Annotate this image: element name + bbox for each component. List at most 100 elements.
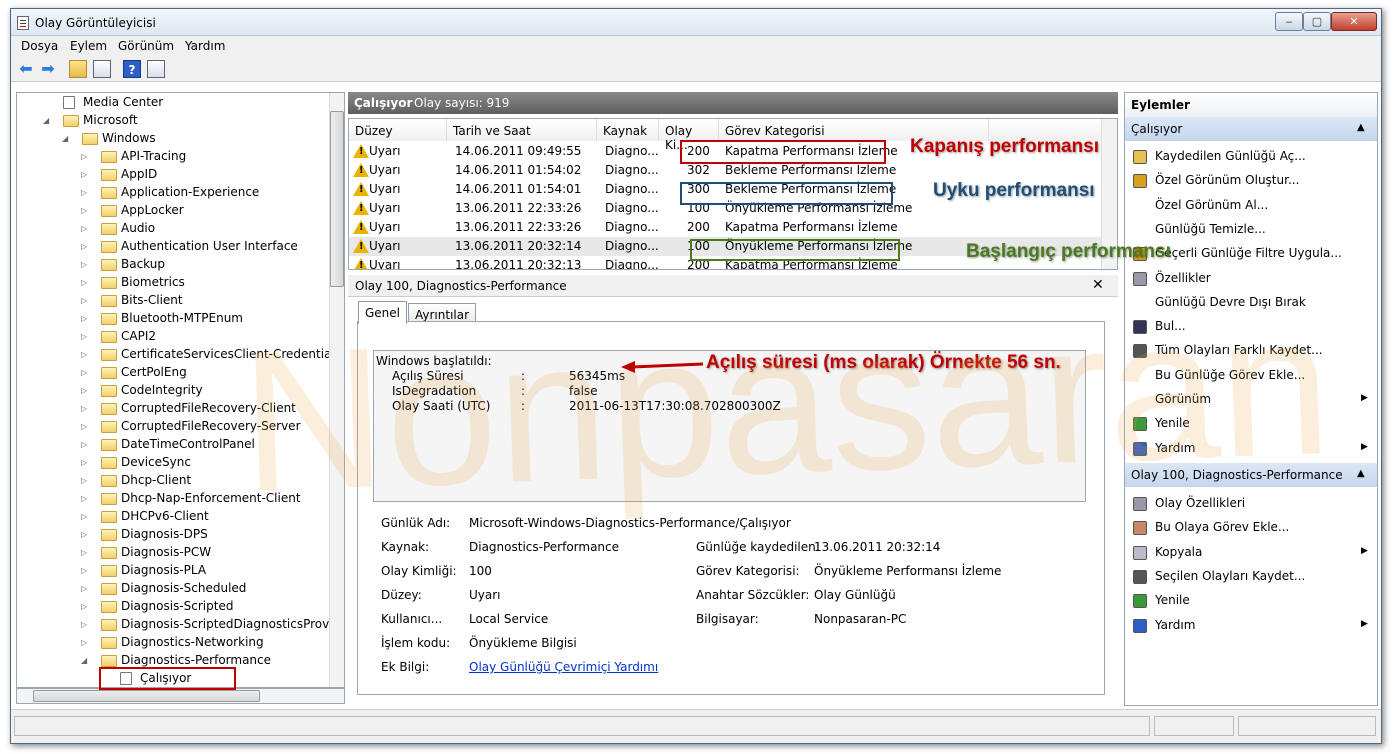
expand-toggle-icon[interactable]: ▷ — [81, 346, 91, 364]
tree-node[interactable]: ▷ Diagnosis-ScriptedDiagnosticsProvider — [63, 616, 344, 634]
expand-toggle-icon[interactable]: ▷ — [81, 454, 91, 472]
col-datetime[interactable]: Tarih ve Saat — [447, 119, 597, 141]
expand-toggle-icon[interactable]: ◢ — [62, 130, 72, 148]
tree-node[interactable]: ▷ Audio — [63, 220, 317, 238]
expand-toggle-icon[interactable]: ▷ — [81, 508, 91, 526]
expand-toggle-icon[interactable]: ▷ — [81, 274, 91, 292]
tree-node[interactable]: ▷ Bits-Client — [63, 292, 317, 310]
action-item[interactable]: Günlüğü Temizle... — [1125, 219, 1377, 241]
expand-toggle-icon[interactable]: ▷ — [81, 328, 91, 346]
expand-toggle-icon[interactable]: ▷ — [81, 544, 91, 562]
tree-node[interactable]: ▷ Diagnostics-Networking — [63, 634, 317, 652]
forward-arrow-icon[interactable]: ➡ — [39, 60, 57, 78]
action-item[interactable]: Görünüm ▶ — [1125, 389, 1377, 411]
action-item[interactable]: Kopyala ▶ — [1125, 542, 1377, 564]
close-button[interactable]: ✕ — [1331, 12, 1377, 31]
tree-node[interactable]: ▷ Diagnosis-Scheduled — [63, 580, 317, 598]
tree-horizontal-scrollbar[interactable] — [16, 688, 345, 704]
up-folder-icon[interactable] — [69, 60, 87, 78]
action-item[interactable]: Bul... — [1125, 316, 1377, 338]
tree-node[interactable]: ◢ Microsoft — [25, 112, 317, 130]
tree-node[interactable]: ▷ Dhcp-Client — [63, 472, 317, 490]
tree-node[interactable]: ▷ Application-Experience — [63, 184, 317, 202]
expand-toggle-icon[interactable]: ▷ — [81, 382, 91, 400]
group-calisiyor[interactable]: Çalışıyor ▲ — [1125, 117, 1377, 141]
col-source[interactable]: Kaynak — [597, 119, 659, 141]
show-hide-tree-icon[interactable] — [93, 60, 111, 78]
expand-toggle-icon[interactable]: ▷ — [81, 256, 91, 274]
tree-node[interactable]: ▷ API-Tracing — [63, 148, 317, 166]
tree-node[interactable]: ▷ Dhcp-Nap-Enforcement-Client — [63, 490, 317, 508]
tree-hscroll-thumb[interactable] — [33, 690, 260, 702]
action-item[interactable]: Olay Özellikleri — [1125, 493, 1377, 515]
tree-node[interactable]: ▷ Diagnosis-PCW — [63, 544, 317, 562]
expand-toggle-icon[interactable]: ▷ — [81, 436, 91, 454]
tree-node[interactable]: ▷ DHCPv6-Client — [63, 508, 317, 526]
expand-toggle-icon[interactable]: ▷ — [81, 310, 91, 328]
expand-toggle-icon[interactable]: ▷ — [81, 472, 91, 490]
expand-toggle-icon[interactable]: ◢ — [81, 652, 91, 670]
expand-toggle-icon[interactable]: ▷ — [81, 526, 91, 544]
action-item[interactable]: Seçilen Olayları Kaydet... — [1125, 566, 1377, 588]
maximize-button[interactable]: ▢ — [1303, 12, 1331, 31]
expand-toggle-icon[interactable]: ▷ — [81, 400, 91, 418]
collapse-up-icon[interactable]: ▲ — [1357, 468, 1365, 479]
tree-node[interactable]: ▷ Authentication User Interface — [63, 238, 317, 256]
expand-toggle-icon[interactable]: ▷ — [81, 184, 91, 202]
tree-node[interactable]: ▷ AppLocker — [63, 202, 317, 220]
tree-node[interactable]: ▷ Bluetooth-MTPEnum — [63, 310, 317, 328]
action-item[interactable]: Günlüğü Devre Dışı Bırak — [1125, 292, 1377, 314]
col-event-id[interactable]: Olay Ki... — [659, 119, 719, 152]
tab-general[interactable]: Genel — [358, 301, 408, 324]
menu-action[interactable]: Eylem — [70, 39, 107, 53]
tree-view[interactable]: Media Center ◢ Microsoft ◢ Windows ▷ API-Traci… — [16, 92, 345, 688]
menu-view[interactable]: Görünüm — [118, 39, 174, 53]
action-item[interactable]: Kaydedilen Günlüğü Aç... — [1125, 146, 1377, 168]
minimize-button[interactable]: ‒ — [1275, 12, 1303, 31]
action-item[interactable]: Yardım ▶ — [1125, 438, 1377, 460]
action-item[interactable]: Yardım ▶ — [1125, 615, 1377, 637]
expand-toggle-icon[interactable]: ▷ — [81, 292, 91, 310]
expand-toggle-icon[interactable]: ▷ — [81, 238, 91, 256]
action-item[interactable]: Tüm Olayları Farklı Kaydet... — [1125, 340, 1377, 362]
action-item[interactable]: Özel Görünüm Oluştur... — [1125, 170, 1377, 192]
event-row[interactable]: Uyarı 13.06.2011 22:33:26 Diagno... 200 Kapa… — [349, 218, 1101, 237]
expand-toggle-icon[interactable]: ▷ — [81, 634, 91, 652]
tree-node[interactable]: ▷ AppID — [63, 166, 317, 184]
expand-toggle-icon[interactable]: ▷ — [81, 490, 91, 508]
tree-node[interactable]: ▷ DeviceSync — [63, 454, 317, 472]
tree-node[interactable]: ▷ CorruptedFileRecovery-Server — [63, 418, 317, 436]
expand-toggle-icon[interactable]: ▷ — [81, 598, 91, 616]
expand-toggle-icon[interactable]: ▷ — [81, 364, 91, 382]
online-help-link[interactable]: Olay Günlüğü Çevrimiçi Yardımı — [469, 660, 658, 674]
action-item[interactable]: Bu Günlüğe Görev Ekle... — [1125, 365, 1377, 387]
expand-toggle-icon[interactable]: ▷ — [81, 418, 91, 436]
expand-toggle-icon[interactable]: ▷ — [81, 616, 91, 634]
help-icon[interactable]: ? — [123, 60, 141, 78]
expand-toggle-icon[interactable]: ▷ — [81, 202, 91, 220]
menu-file[interactable]: Dosya — [21, 39, 58, 53]
collapse-up-icon[interactable]: ▲ — [1357, 122, 1365, 133]
tree-node[interactable]: ▷ CorruptedFileRecovery-Client — [63, 400, 317, 418]
expand-toggle-icon[interactable]: ◢ — [43, 112, 53, 130]
tree-node[interactable]: ▷ CertificateServicesClient-CredentialRoa — [63, 346, 344, 364]
tree-node[interactable]: ◢ Windows — [44, 130, 317, 148]
tree-node[interactable]: ▷ Biometrics — [63, 274, 317, 292]
col-level[interactable]: Düzey — [349, 119, 447, 141]
tree-node[interactable]: ▷ Diagnosis-PLA — [63, 562, 317, 580]
tree-node[interactable]: ▷ CodeIntegrity — [63, 382, 317, 400]
tree-node[interactable]: ▷ CertPolEng — [63, 364, 317, 382]
tree-node[interactable]: ▷ DateTimeControlPanel — [63, 436, 317, 454]
action-item[interactable]: Özellikler — [1125, 268, 1377, 290]
menu-help[interactable]: Yardım — [185, 39, 225, 53]
expand-toggle-icon[interactable]: ▷ — [81, 148, 91, 166]
expand-toggle-icon[interactable]: ▷ — [81, 562, 91, 580]
action-item[interactable]: Özel Görünüm Al... — [1125, 195, 1377, 217]
tree-scroll-thumb[interactable] — [330, 111, 344, 287]
tree-node[interactable]: ▷ Diagnosis-Scripted — [63, 598, 317, 616]
tree-node[interactable]: ▷ CAPI2 — [63, 328, 317, 346]
back-arrow-icon[interactable]: ⬅ — [17, 60, 35, 78]
action-item[interactable]: Yenile — [1125, 590, 1377, 612]
action-item[interactable]: Yenile — [1125, 413, 1377, 435]
group-event[interactable]: Olay 100, Diagnostics-Performance ▲ — [1125, 463, 1377, 487]
